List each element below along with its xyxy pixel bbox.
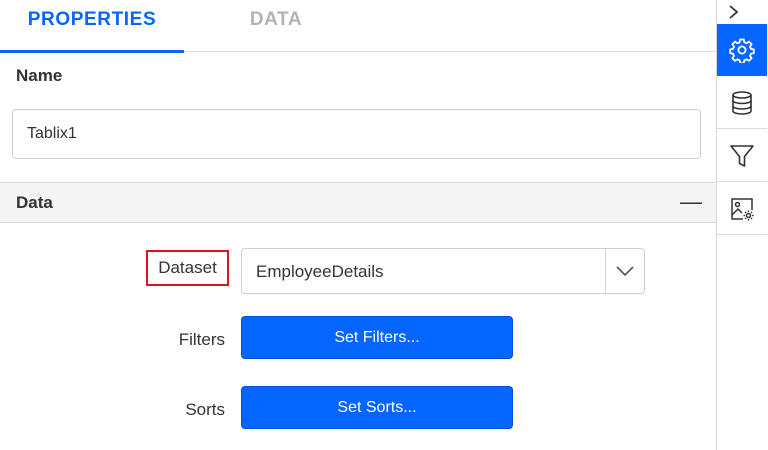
dataset-selected-value: EmployeeDetails (256, 262, 384, 281)
set-filters-button[interactable]: Set Filters... (241, 316, 513, 359)
active-tab-indicator (0, 50, 184, 53)
rail-item-image-settings[interactable] (717, 183, 767, 235)
rail-item-filter[interactable] (717, 130, 767, 182)
tab-properties-label: PROPERTIES (27, 9, 157, 30)
database-icon (732, 91, 752, 115)
dataset-label: Dataset (146, 250, 229, 286)
collapse-section-button[interactable]: — (680, 189, 702, 215)
collapse-panel-toggle[interactable] (717, 0, 767, 24)
tab-data[interactable]: DATA (184, 0, 368, 52)
rail-item-data[interactable] (717, 77, 767, 129)
side-icon-rail (717, 0, 768, 450)
data-section-header[interactable]: Data — (0, 182, 716, 223)
sorts-label: Sorts (185, 400, 225, 419)
set-sorts-button[interactable]: Set Sorts... (241, 386, 513, 429)
chevron-down-icon[interactable] (614, 261, 636, 281)
chevron-right-icon (729, 5, 739, 19)
data-section-title: Data (16, 193, 53, 212)
tab-bar: PROPERTIES DATA (0, 0, 716, 53)
name-label: Name (16, 66, 63, 85)
filter-icon (730, 145, 754, 167)
filters-label: Filters (178, 330, 225, 349)
rail-item-properties[interactable] (717, 24, 767, 76)
properties-panel: PROPERTIES DATA Name Data — Dataset Empl… (0, 0, 717, 450)
image-settings-icon (731, 198, 754, 221)
dataset-dropdown[interactable]: EmployeeDetails (241, 248, 645, 294)
tab-properties[interactable]: PROPERTIES (0, 0, 184, 53)
tab-data-label: DATA (249, 9, 303, 30)
gear-icon (729, 38, 755, 63)
name-input[interactable] (12, 109, 701, 159)
dropdown-divider (605, 249, 606, 293)
